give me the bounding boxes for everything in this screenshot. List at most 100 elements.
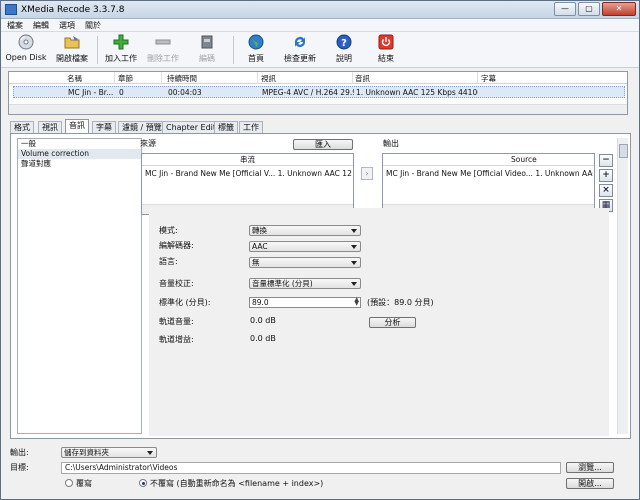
toolbar-separator bbox=[233, 36, 234, 64]
remove-icon bbox=[155, 34, 171, 50]
table-row[interactable]: MC Jin - Brand New Me [Official V... 1. … bbox=[145, 168, 352, 179]
menu-about[interactable]: 關於 bbox=[85, 20, 101, 31]
toolbar: Open Disk 開啟檔案 加入工作 刪除工作 編碼 首頁 檢查更新 ? 說明… bbox=[1, 32, 639, 68]
source-stream-grid[interactable]: 串流 MC Jin - Brand New Me [Official V... … bbox=[141, 153, 354, 215]
tab-subtitle[interactable]: 字幕 bbox=[92, 121, 116, 133]
overwrite-radio[interactable] bbox=[65, 479, 73, 487]
col-video[interactable]: 視訊 bbox=[261, 73, 276, 84]
tab-jobs[interactable]: 工作 bbox=[239, 121, 263, 133]
track-volume-value: 0.0 dB bbox=[250, 316, 276, 325]
col-chapters[interactable]: 章節 bbox=[118, 73, 133, 84]
import-button[interactable]: 匯入 bbox=[293, 139, 353, 150]
volume-correction-select[interactable]: 音量標準化 (分貝) bbox=[249, 278, 361, 289]
tab-format[interactable]: 格式 bbox=[10, 121, 34, 133]
delete-stream-button[interactable]: × bbox=[599, 184, 613, 197]
homepage-button[interactable]: 首頁 bbox=[241, 34, 271, 66]
overwrite-label: 覆寫 bbox=[76, 479, 92, 488]
folder-open-icon bbox=[64, 34, 80, 50]
language-select[interactable]: 無 bbox=[249, 257, 361, 268]
menu-options[interactable]: 選項 bbox=[59, 20, 75, 31]
spin-arrows-icon[interactable]: ▲ ▼ bbox=[354, 297, 359, 307]
add-job-button[interactable]: 加入工作 bbox=[103, 34, 139, 66]
menu-bar: 檔案 編輯 選項 關於 bbox=[1, 19, 639, 32]
normalization-label: 標準化 (分貝): bbox=[159, 298, 211, 307]
output-stream-grid[interactable]: Source MC Jin - Brand New Me [Official V… bbox=[382, 153, 595, 215]
output-label: 輸出: bbox=[10, 448, 29, 457]
analyze-button[interactable]: 分析 bbox=[369, 317, 416, 328]
track-volume-label: 軌道音量: bbox=[159, 317, 194, 326]
track-gain-value: 0.0 dB bbox=[250, 334, 276, 343]
chevron-down-icon bbox=[147, 451, 153, 455]
refresh-icon bbox=[292, 34, 308, 50]
tab-video[interactable]: 視訊 bbox=[38, 121, 62, 133]
grid-header: Source bbox=[383, 154, 594, 166]
check-update-button[interactable]: 檢查更新 bbox=[281, 34, 319, 66]
no-overwrite-radio[interactable] bbox=[139, 479, 147, 487]
open-file-button[interactable]: 開啟檔案 bbox=[53, 34, 91, 66]
list-item[interactable]: 聲道對應 bbox=[18, 159, 141, 169]
chevron-down-icon bbox=[351, 261, 357, 265]
source-label: 來源 bbox=[140, 139, 156, 148]
menu-file[interactable]: 檔案 bbox=[7, 20, 23, 31]
col-name[interactable]: 名稱 bbox=[67, 73, 82, 84]
track-gain-label: 軌道增益: bbox=[159, 335, 194, 344]
chevron-down-icon bbox=[351, 245, 357, 249]
title-bar: XMedia Recode 3.3.7.8 — ▢ ✕ bbox=[1, 1, 639, 19]
tab-filter-preview[interactable]: 濾鏡 / 預覽 bbox=[118, 121, 166, 133]
encode-button[interactable]: 編碼 bbox=[193, 34, 221, 66]
codec-label: 編解碼器: bbox=[159, 241, 194, 250]
menu-edit[interactable]: 編輯 bbox=[33, 20, 49, 31]
codec-select[interactable]: AAC bbox=[249, 241, 361, 252]
normalization-default: (預設：89.0 分貝) bbox=[367, 298, 434, 307]
toolbar-separator bbox=[97, 36, 98, 64]
encode-icon bbox=[199, 34, 215, 50]
table-row[interactable]: MC Jin - Brand New Me [Official Video...… bbox=[386, 168, 593, 179]
help-button[interactable]: ? 說明 bbox=[333, 34, 355, 66]
output-label: 輸出 bbox=[383, 139, 399, 148]
chevron-down-icon bbox=[351, 282, 357, 286]
disc-icon bbox=[18, 34, 34, 50]
grid-header: 串流 bbox=[142, 154, 353, 166]
remove-job-button[interactable]: 刪除工作 bbox=[145, 34, 181, 66]
remove-stream-button[interactable]: − bbox=[599, 154, 613, 167]
category-list[interactable]: 一般 Volume correction 聲道對應 bbox=[17, 138, 142, 434]
file-list-header: 名稱 章節 持續時間 視訊 音訊 字幕 bbox=[9, 72, 627, 84]
maximize-button[interactable]: ▢ bbox=[578, 2, 600, 16]
col-subtitle[interactable]: 字幕 bbox=[481, 73, 496, 84]
col-audio[interactable]: 音訊 bbox=[355, 73, 370, 84]
add-stream-button[interactable]: › bbox=[361, 167, 373, 180]
tab-tags[interactable]: 標籤 bbox=[214, 121, 238, 133]
language-label: 語言: bbox=[159, 257, 178, 266]
vertical-scrollbar[interactable] bbox=[617, 138, 628, 434]
open-disk-button[interactable]: Open Disk bbox=[5, 34, 47, 66]
output-select[interactable]: 儲存到資料夾 bbox=[61, 447, 157, 458]
mode-label: 模式: bbox=[159, 226, 178, 235]
window-title: XMedia Recode 3.3.7.8 bbox=[21, 5, 125, 15]
app-logo-icon bbox=[5, 4, 17, 15]
app-window: XMedia Recode 3.3.7.8 — ▢ ✕ 檔案 編輯 選項 關於 … bbox=[0, 0, 640, 500]
mode-select[interactable]: 轉換 bbox=[249, 225, 361, 236]
minimize-button[interactable]: — bbox=[554, 2, 576, 16]
power-icon bbox=[378, 34, 394, 50]
open-folder-button[interactable]: 開啟... bbox=[566, 478, 614, 489]
col-duration[interactable]: 持續時間 bbox=[167, 73, 197, 84]
job-file-list[interactable]: 名稱 章節 持續時間 視訊 音訊 字幕 MC Jin - Br... 0 00:… bbox=[8, 71, 628, 115]
help-icon: ? bbox=[336, 34, 352, 50]
browse-button[interactable]: 瀏覽... bbox=[566, 462, 614, 473]
add-stream-output-button[interactable]: + bbox=[599, 169, 613, 182]
list-item[interactable]: 一般 bbox=[18, 139, 141, 149]
normalization-stepper[interactable]: 89.0 ▲ ▼ bbox=[249, 297, 361, 308]
tab-audio[interactable]: 音訊 bbox=[65, 119, 89, 133]
scrollbar-thumb[interactable] bbox=[619, 144, 628, 158]
horizontal-scrollbar[interactable] bbox=[9, 104, 627, 114]
target-label: 目標: bbox=[10, 463, 29, 472]
volume-correction-label: 音量校正: bbox=[159, 279, 194, 288]
no-overwrite-label: 不覆寫 (自動重新命名為 <filename + index>) bbox=[150, 479, 324, 488]
close-button[interactable]: ✕ bbox=[602, 2, 636, 16]
exit-button[interactable]: 結束 bbox=[375, 34, 397, 66]
list-item[interactable]: Volume correction bbox=[18, 149, 141, 159]
chevron-down-icon bbox=[351, 229, 357, 233]
target-path-input[interactable]: C:\Users\Administrator\Videos bbox=[61, 462, 561, 474]
audio-settings-area: 模式: 轉換 編解碼器: AAC 語言: 無 音量校正: 音量標準化 (分貝) … bbox=[149, 208, 609, 436]
table-row[interactable]: MC Jin - Br... 0 00:04:03 MPEG-4 AVC / H… bbox=[13, 86, 625, 98]
